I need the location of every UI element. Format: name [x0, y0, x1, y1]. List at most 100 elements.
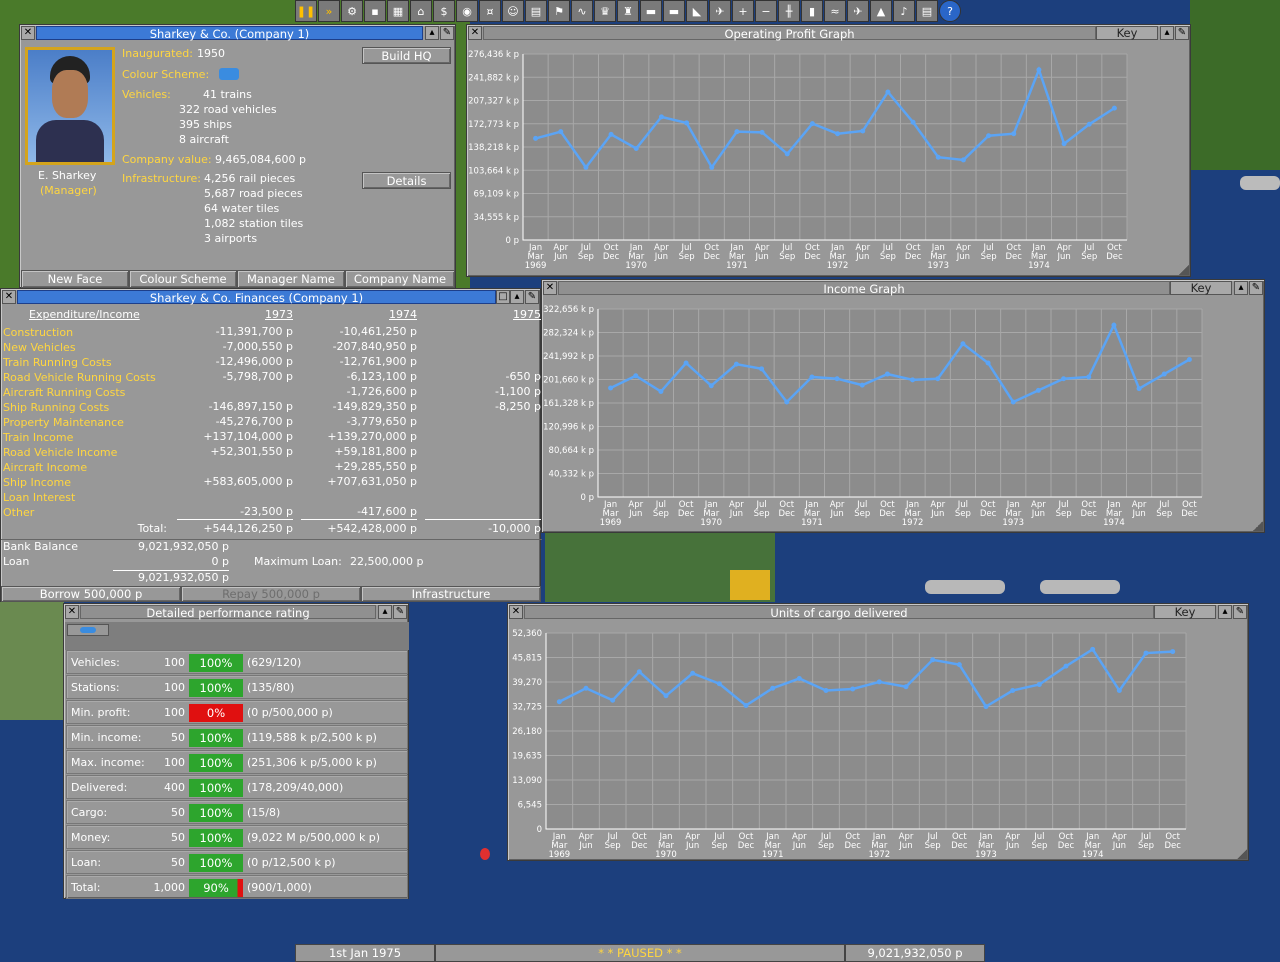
- borrow-button[interactable]: Borrow 500,000 p: [1, 586, 181, 602]
- vehicle-count: 8 aircraft: [179, 133, 229, 146]
- collapse-button[interactable]: ▴: [425, 26, 439, 40]
- key-button[interactable]: Key: [1154, 605, 1216, 619]
- finance-value: -45,276,700 p: [215, 415, 293, 428]
- road-vehicle-list-icon[interactable]: ▬: [663, 0, 685, 22]
- window-title[interactable]: Detailed performance rating: [80, 605, 376, 620]
- resize-handle[interactable]: [1253, 521, 1263, 531]
- save-icon[interactable]: ▪: [364, 0, 386, 22]
- graphs-icon[interactable]: ∿: [571, 0, 593, 22]
- build-road-icon[interactable]: ▮: [801, 0, 823, 22]
- goal-icon[interactable]: ⚑: [548, 0, 570, 22]
- build-air-icon[interactable]: ✈: [847, 0, 869, 22]
- window-title[interactable]: Sharkey & Co. Finances (Company 1): [17, 290, 496, 305]
- pause-icon[interactable]: ❚❚: [295, 0, 317, 22]
- perf-detail: (629/120): [247, 656, 302, 669]
- company-tab[interactable]: [67, 624, 109, 636]
- resize-handle[interactable]: [1179, 265, 1189, 275]
- company-icon[interactable]: ☺: [502, 0, 524, 22]
- perf-bar: 100%: [189, 854, 243, 872]
- collapse-button[interactable]: ▴: [1160, 26, 1174, 40]
- story-icon[interactable]: ▤: [525, 0, 547, 22]
- collapse-button[interactable]: ▴: [1234, 281, 1248, 295]
- close-button[interactable]: ✕: [21, 26, 35, 40]
- x-tick-label: Dec: [779, 509, 796, 519]
- vehicles-label: Vehicles:: [122, 88, 171, 101]
- station-list-icon[interactable]: ◉: [456, 0, 478, 22]
- settings-icon[interactable]: ⚙: [341, 0, 363, 22]
- land-terrain: [1190, 0, 1280, 170]
- pin-button[interactable]: ✎: [1233, 605, 1247, 619]
- newspaper-icon[interactable]: ▤: [916, 0, 938, 22]
- inaugurated-label: Inaugurated:: [122, 47, 193, 60]
- pin-button[interactable]: ✎: [393, 605, 407, 619]
- collapse-button[interactable]: ▴: [1218, 605, 1232, 619]
- details-button[interactable]: Details: [362, 172, 451, 189]
- train-list-icon[interactable]: ▬: [640, 0, 662, 22]
- perf-bar-text: 100%: [199, 806, 233, 820]
- graph-window: ✕ Operating Profit Graph Key ▴ ✎ 276,436 k p2…: [466, 24, 1191, 277]
- zoom-out-icon[interactable]: −: [755, 0, 777, 22]
- data-point: [1010, 399, 1016, 405]
- build-hq-button[interactable]: Build HQ: [362, 47, 451, 64]
- repay-button[interactable]: Repay 500,000 p: [181, 586, 361, 602]
- aircraft-list-icon[interactable]: ✈: [709, 0, 731, 22]
- toggle-size-button[interactable]: □: [496, 290, 510, 304]
- pin-button[interactable]: ✎: [1249, 281, 1263, 295]
- y-tick-label: 34,555 k p: [474, 213, 519, 223]
- collapse-button[interactable]: ▴: [510, 290, 524, 304]
- pin-button[interactable]: ✎: [440, 26, 454, 40]
- graph-title[interactable]: Units of cargo delivered: [524, 605, 1154, 620]
- company-selector: [65, 622, 409, 650]
- pin-button[interactable]: ✎: [525, 290, 539, 304]
- pin-button[interactable]: ✎: [1175, 26, 1189, 40]
- music-icon[interactable]: ♪: [893, 0, 915, 22]
- help-icon[interactable]: ?: [939, 0, 961, 22]
- town-directory-icon[interactable]: ⌂: [410, 0, 432, 22]
- perf-detail: (15/8): [247, 806, 281, 819]
- new-face-button[interactable]: New Face: [21, 270, 129, 288]
- x-tick-label: Sep: [880, 252, 896, 262]
- x-tick-label: Sep: [1138, 841, 1154, 851]
- infrastructure-count: 1,082 station tiles: [204, 217, 304, 230]
- landscape-icon[interactable]: ▲: [870, 0, 892, 22]
- close-button[interactable]: ✕: [543, 281, 557, 295]
- build-water-icon[interactable]: ≈: [824, 0, 846, 22]
- key-button[interactable]: Key: [1170, 281, 1232, 295]
- graph-title[interactable]: Operating Profit Graph: [483, 26, 1096, 41]
- x-tick-label: Jun: [792, 841, 806, 851]
- subsidies-icon[interactable]: $: [433, 0, 455, 22]
- map-icon[interactable]: ▦: [387, 0, 409, 22]
- industry-icon[interactable]: ♜: [617, 0, 639, 22]
- x-tick-label: Dec: [678, 509, 695, 519]
- close-button[interactable]: ✕: [509, 605, 523, 619]
- collapse-button[interactable]: ▴: [378, 605, 392, 619]
- finance-value: -12,761,900 p: [339, 355, 417, 368]
- close-button[interactable]: ✕: [2, 290, 16, 304]
- build-rail-icon[interactable]: ╫: [778, 0, 800, 22]
- window-title[interactable]: Sharkey & Co. (Company 1): [36, 26, 423, 41]
- finances-icon[interactable]: ¤: [479, 0, 501, 22]
- data-point: [809, 374, 815, 380]
- company-name-button[interactable]: Company Name: [345, 270, 455, 288]
- key-button[interactable]: Key: [1096, 26, 1158, 40]
- manager-name-button[interactable]: Manager Name: [237, 270, 345, 288]
- finance-value: -6,123,100 p: [346, 370, 417, 383]
- graph-title[interactable]: Income Graph: [558, 281, 1170, 296]
- zoom-in-icon[interactable]: +: [732, 0, 754, 22]
- x-tick-label: Sep: [955, 509, 971, 519]
- total-1973: +544,126,250 p: [203, 522, 293, 535]
- close-button[interactable]: ✕: [468, 26, 482, 40]
- y-tick-label: 80,664 k p: [549, 446, 594, 456]
- ship-list-icon[interactable]: ◣: [686, 0, 708, 22]
- close-button[interactable]: ✕: [65, 605, 79, 619]
- data-point: [884, 371, 890, 377]
- data-point: [658, 389, 664, 395]
- data-point: [983, 704, 989, 710]
- resize-handle[interactable]: [1237, 849, 1247, 859]
- fast-forward-icon[interactable]: »: [318, 0, 340, 22]
- league-icon[interactable]: ♛: [594, 0, 616, 22]
- colour-scheme-button[interactable]: Colour Scheme: [129, 270, 237, 288]
- infrastructure-button[interactable]: Infrastructure: [361, 586, 541, 602]
- y-tick-label: 282,324 k p: [543, 329, 594, 339]
- finance-row-label: Road Vehicle Running Costs: [3, 371, 156, 384]
